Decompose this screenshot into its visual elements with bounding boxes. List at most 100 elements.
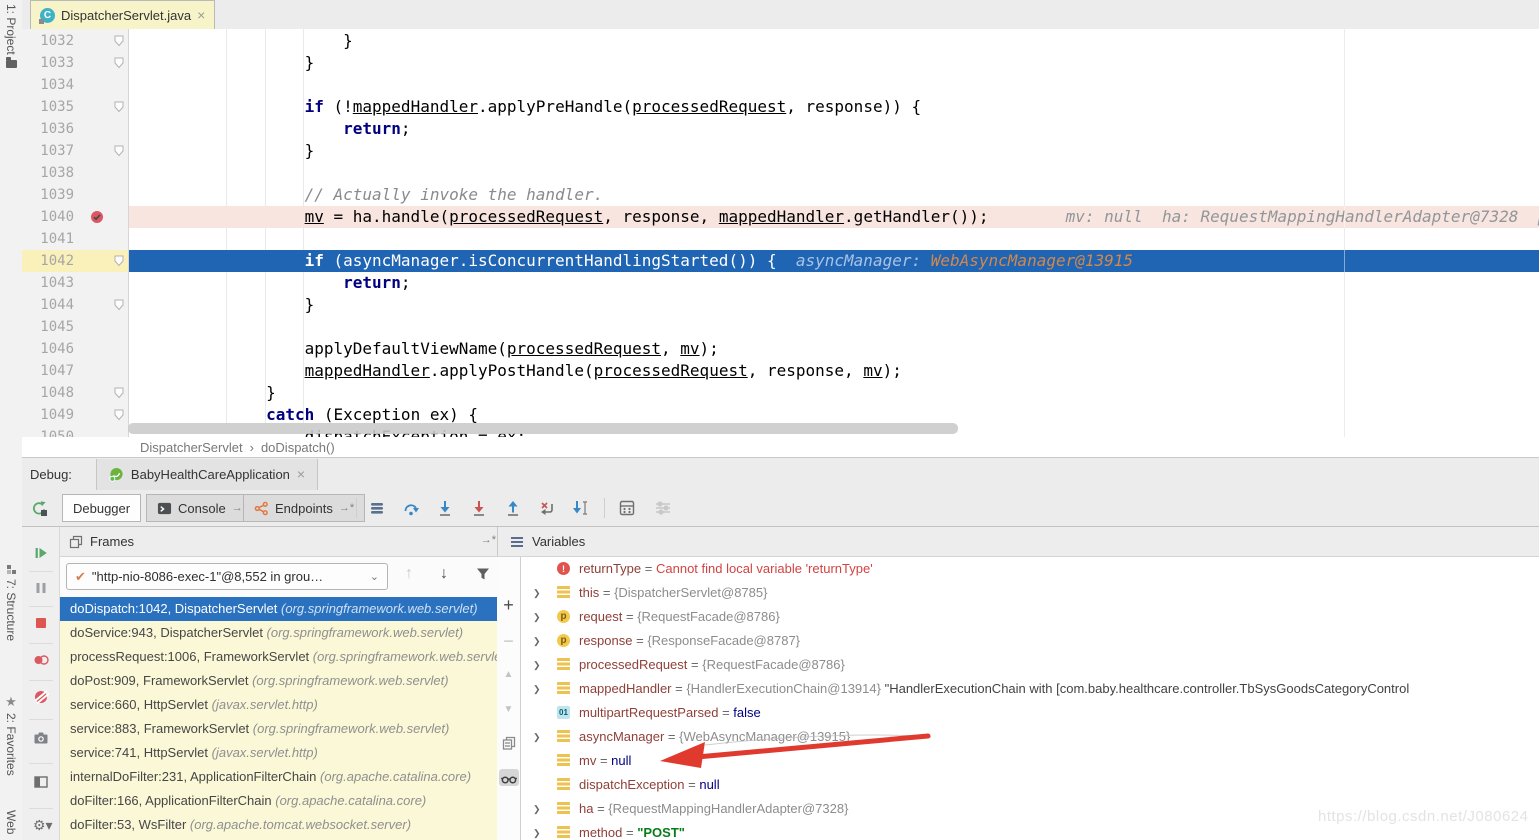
gutter-line[interactable]: 1043 <box>22 272 128 294</box>
tab-console[interactable]: Console →* <box>146 494 258 522</box>
step-over-icon[interactable] <box>402 499 420 517</box>
gutter-line[interactable]: 1037 <box>22 140 128 162</box>
fold-marker-icon[interactable] <box>114 35 124 47</box>
code-line[interactable] <box>129 162 1539 184</box>
frame-row[interactable]: processRequest:1006, FrameworkServlet (o… <box>60 645 497 669</box>
step-out-icon[interactable] <box>504 499 522 517</box>
frame-up-icon[interactable]: ↑ <box>405 565 413 583</box>
gutter-line[interactable]: 1038 <box>22 162 128 184</box>
run-to-cursor-icon[interactable] <box>572 499 590 517</box>
frame-row[interactable]: doFilter:53, WsFilter (org.apache.tomcat… <box>60 813 497 837</box>
variable-row[interactable]: ❯mv = null <box>521 749 1539 773</box>
filter-frames-icon[interactable] <box>475 566 491 582</box>
expand-chevron-icon[interactable]: ❯ <box>533 605 547 629</box>
code-line[interactable]: } <box>129 382 1539 404</box>
fold-marker-icon[interactable] <box>114 299 124 311</box>
code-line[interactable]: return; <box>129 272 1539 294</box>
fold-marker-icon[interactable] <box>114 255 124 267</box>
frames-pin-icon[interactable]: →* <box>481 534 496 546</box>
variable-row[interactable]: ❯!returnType = Cannot find local variabl… <box>521 557 1539 581</box>
code-area[interactable]: } } if (!mappedHandler.applyPreHandle(pr… <box>129 30 1539 437</box>
variables-list[interactable]: ❯!returnType = Cannot find local variabl… <box>521 557 1539 840</box>
settings-gear-icon[interactable]: ⚙▾ <box>33 817 49 833</box>
gutter-line[interactable]: 1032 <box>22 30 128 52</box>
thread-dump-camera-icon[interactable] <box>33 730 49 746</box>
code-line[interactable] <box>129 228 1539 250</box>
close-tab-icon[interactable]: × <box>197 8 205 22</box>
show-execution-point-icon[interactable] <box>368 499 386 517</box>
code-line[interactable] <box>129 74 1539 96</box>
variable-row[interactable]: ❯asyncManager = {WebAsyncManager@13915} <box>521 725 1539 749</box>
variable-row[interactable]: ❯prequest = {RequestFacade@8786} <box>521 605 1539 629</box>
code-line[interactable]: } <box>129 294 1539 316</box>
variable-row[interactable]: ❯01multipartRequestParsed = false <box>521 701 1539 725</box>
frame-row[interactable]: doDispatch:1042, DispatcherServlet (org.… <box>60 597 497 621</box>
expand-chevron-icon[interactable]: ❯ <box>533 629 547 653</box>
pause-program-icon[interactable] <box>33 580 49 596</box>
frame-row[interactable]: doPost:909, FrameworkServlet (org.spring… <box>60 669 497 693</box>
move-down-icon[interactable]: ▼ <box>497 704 520 715</box>
gutter-line[interactable]: 1045 <box>22 316 128 338</box>
drop-frame-icon[interactable] <box>538 499 556 517</box>
code-line[interactable]: } <box>129 140 1539 162</box>
frame-row[interactable]: internalDoFilter:231, ApplicationFilterC… <box>60 765 497 789</box>
frame-row[interactable]: service:660, HttpServlet (javax.servlet.… <box>60 693 497 717</box>
close-session-icon[interactable]: × <box>297 467 305 481</box>
gutter-line[interactable]: 1034 <box>22 74 128 96</box>
expand-chevron-icon[interactable]: ❯ <box>533 677 547 701</box>
gutter-line[interactable]: 1050 <box>22 426 128 437</box>
code-line[interactable] <box>129 316 1539 338</box>
expand-chevron-icon[interactable]: ❯ <box>533 797 547 821</box>
expand-chevron-icon[interactable]: ❯ <box>533 725 547 749</box>
code-line[interactable]: if (!mappedHandler.applyPreHandle(proces… <box>129 96 1539 118</box>
fold-marker-icon[interactable] <box>114 57 124 69</box>
move-up-icon[interactable]: ▲ <box>497 669 520 680</box>
debug-session-tab[interactable]: BabyHealthCareApplication × <box>96 459 318 490</box>
resume-program-icon[interactable] <box>33 545 49 561</box>
expand-chevron-icon[interactable]: ❯ <box>533 581 547 605</box>
gutter-line[interactable]: 1041 <box>22 228 128 250</box>
mute-breakpoints-icon[interactable] <box>33 689 49 705</box>
breakpoint-icon[interactable] <box>90 210 104 224</box>
expand-chevron-icon[interactable]: ❯ <box>533 653 547 677</box>
gutter-line[interactable]: 1047 <box>22 360 128 382</box>
editor-gutter[interactable]: 1032103310341035103610371038103910401041… <box>22 29 129 437</box>
gutter-line[interactable]: 1048 <box>22 382 128 404</box>
gutter-line[interactable]: 1036 <box>22 118 128 140</box>
tab-debugger[interactable]: Debugger <box>62 494 141 522</box>
frames-list[interactable]: doDispatch:1042, DispatcherServlet (org.… <box>60 597 497 840</box>
variable-row[interactable]: ❯dispatchException = null <box>521 773 1539 797</box>
gutter-line[interactable]: 1049 <box>22 404 128 426</box>
code-line[interactable]: mv = ha.handle(processedRequest, respons… <box>129 206 1539 228</box>
gutter-line[interactable]: 1042 <box>22 250 128 272</box>
settings-sliders-icon[interactable] <box>654 499 672 517</box>
frame-row[interactable]: service:883, FrameworkServlet (org.sprin… <box>60 717 497 741</box>
frame-row[interactable]: service:741, HttpServlet (javax.servlet.… <box>60 741 497 765</box>
tool-button-favorites[interactable]: ★ 2: Favorites <box>0 695 22 776</box>
frame-row[interactable]: doService:943, DispatcherServlet (org.sp… <box>60 621 497 645</box>
tool-button-web[interactable]: Web <box>0 810 22 834</box>
code-line[interactable]: mappedHandler.applyPostHandle(processedR… <box>129 360 1539 382</box>
fold-marker-icon[interactable] <box>114 101 124 113</box>
editor-tab[interactable]: C DispatcherServlet.java × <box>30 0 215 29</box>
horizontal-scrollbar[interactable] <box>128 423 958 434</box>
breadcrumb-class[interactable]: DispatcherServlet <box>140 440 243 455</box>
evaluate-expression-icon[interactable] <box>618 499 636 517</box>
thread-dropdown[interactable]: ✔ "http-nio-8086-exec-1"@8,552 in grou… … <box>66 563 388 590</box>
variable-row[interactable]: ❯mappedHandler = {HandlerExecutionChain@… <box>521 677 1539 701</box>
code-line[interactable]: } <box>129 52 1539 74</box>
breadcrumb-method[interactable]: doDispatch() <box>261 440 335 455</box>
show-watches-glasses-icon[interactable] <box>499 769 519 786</box>
remove-watch-icon[interactable]: − <box>497 631 520 652</box>
tool-button-project[interactable]: 1: Project <box>0 4 22 68</box>
tab-endpoints[interactable]: Endpoints →* <box>243 494 365 522</box>
fold-marker-icon[interactable] <box>114 387 124 399</box>
fold-marker-icon[interactable] <box>114 145 124 157</box>
variable-row[interactable]: ❯processedRequest = {RequestFacade@8786} <box>521 653 1539 677</box>
stop-icon[interactable] <box>33 615 49 631</box>
view-breakpoints-icon[interactable] <box>33 652 49 668</box>
tool-button-structure[interactable]: 7: Structure <box>0 565 22 641</box>
gutter-line[interactable]: 1044 <box>22 294 128 316</box>
add-watch-icon[interactable]: + <box>497 595 520 616</box>
gutter-line[interactable]: 1035 <box>22 96 128 118</box>
